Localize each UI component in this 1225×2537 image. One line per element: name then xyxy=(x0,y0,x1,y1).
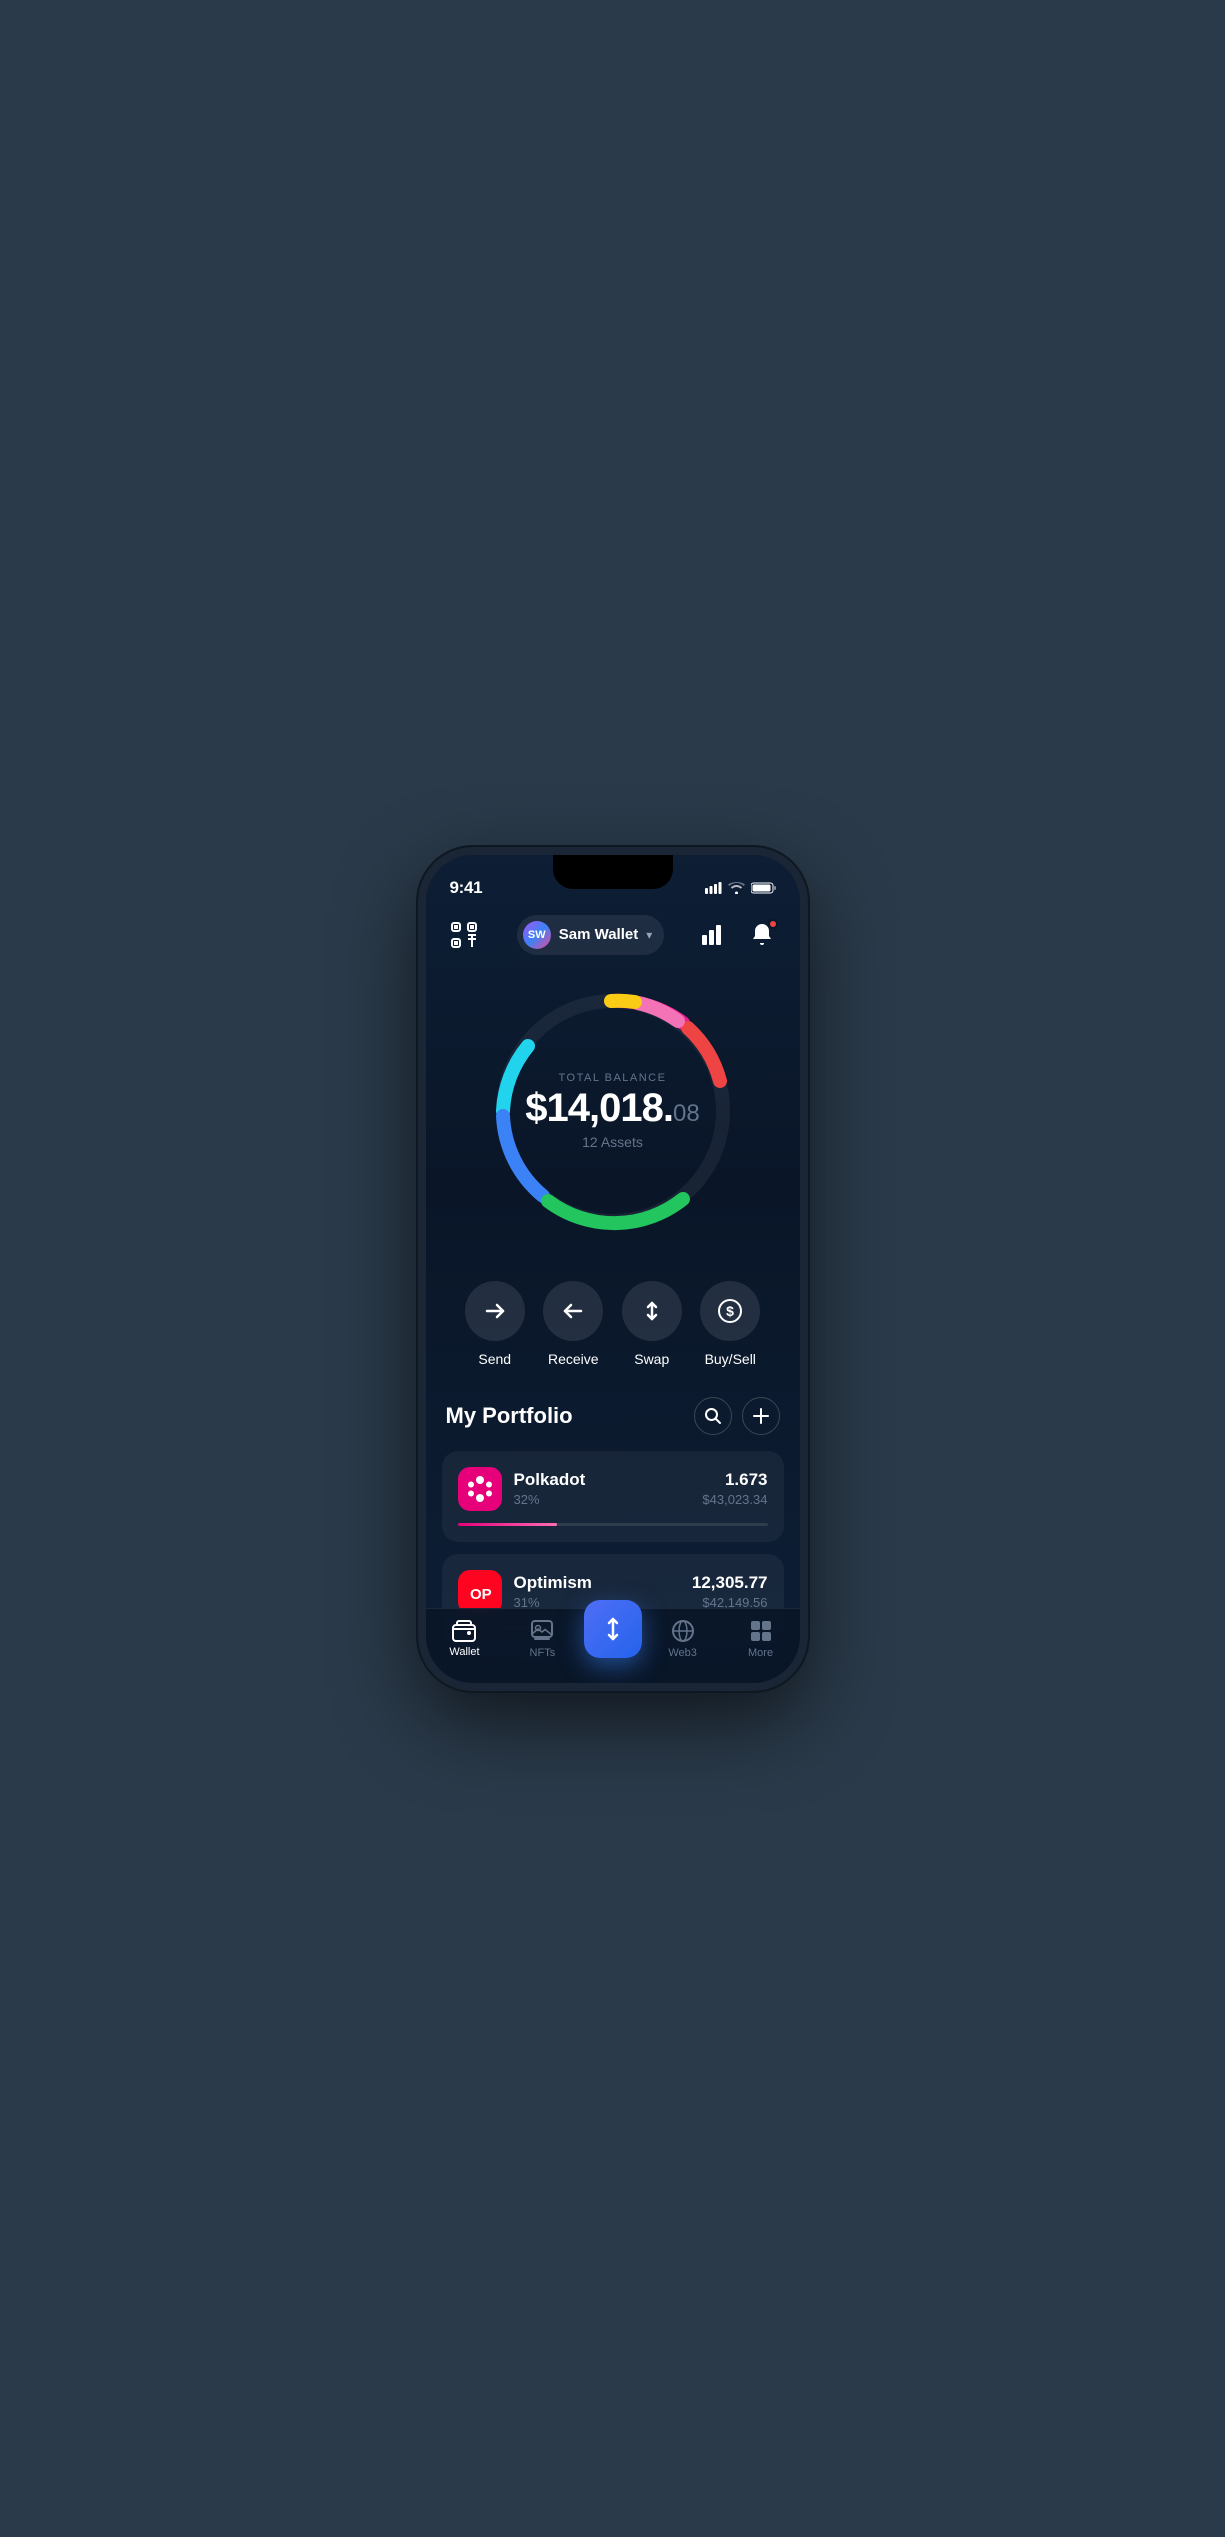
add-asset-button[interactable] xyxy=(742,1397,780,1435)
polkadot-values: 1.673 $43,023.34 xyxy=(702,1470,767,1507)
optimism-name: Optimism xyxy=(514,1573,680,1593)
polkadot-name: Polkadot xyxy=(514,1470,691,1490)
balance-ring-container: TOTAL BALANCE $14,018.08 12 Assets xyxy=(426,971,800,1261)
nav-more[interactable]: More xyxy=(722,1619,800,1659)
nft-nav-icon xyxy=(530,1619,554,1643)
notch xyxy=(553,855,673,889)
polkadot-asset-card[interactable]: Polkadot 32% 1.673 $43,023.34 xyxy=(442,1451,784,1542)
portfolio-actions xyxy=(694,1397,780,1435)
balance-center: TOTAL BALANCE $14,018.08 12 Assets xyxy=(525,1072,699,1150)
action-buttons: Send Receive xyxy=(426,1261,800,1397)
web3-nav-label: Web3 xyxy=(668,1647,697,1659)
buysell-label: Buy/Sell xyxy=(705,1351,756,1367)
portfolio-header: My Portfolio xyxy=(442,1397,784,1435)
portfolio-title: My Portfolio xyxy=(446,1403,573,1429)
receive-button[interactable]: Receive xyxy=(543,1281,603,1367)
svg-text:$: $ xyxy=(726,1303,734,1319)
status-icons xyxy=(705,882,776,894)
chart-button[interactable] xyxy=(696,917,732,953)
header-left xyxy=(446,917,486,953)
more-nav-icon xyxy=(749,1619,773,1643)
phone-frame: 9:41 xyxy=(418,847,808,1691)
polkadot-amount: 1.673 xyxy=(702,1470,767,1490)
send-label: Send xyxy=(478,1351,511,1367)
wallet-nav-icon xyxy=(452,1620,476,1642)
notification-dot xyxy=(768,919,778,929)
wifi-icon xyxy=(728,882,745,894)
receive-label: Receive xyxy=(548,1351,599,1367)
nav-nfts[interactable]: NFTs xyxy=(503,1619,581,1659)
app-header: SW Sam Wallet ▾ xyxy=(426,907,800,971)
balance-cents: 08 xyxy=(673,1100,700,1127)
polkadot-logo xyxy=(458,1467,502,1511)
wallet-nav-label: Wallet xyxy=(449,1646,479,1658)
swap-button[interactable]: Swap xyxy=(622,1281,682,1367)
wallet-selector[interactable]: SW Sam Wallet ▾ xyxy=(517,915,665,955)
polkadot-progress-container xyxy=(458,1523,768,1526)
bottom-nav: Wallet NFTs xyxy=(426,1608,800,1683)
center-action-button[interactable] xyxy=(584,1600,642,1658)
optimism-values: 12,305.77 $42,149.56 xyxy=(692,1573,768,1610)
receive-icon-circle xyxy=(543,1281,603,1341)
scan-button[interactable] xyxy=(446,917,482,953)
polkadot-asset-row: Polkadot 32% 1.673 $43,023.34 xyxy=(458,1467,768,1511)
polkadot-usd: $43,023.34 xyxy=(702,1492,767,1507)
web3-nav-icon xyxy=(671,1619,695,1643)
swap-label: Swap xyxy=(634,1351,669,1367)
svg-text:OP: OP xyxy=(470,1586,492,1603)
polkadot-info: Polkadot 32% xyxy=(514,1470,691,1507)
send-button[interactable]: Send xyxy=(465,1281,525,1367)
polkadot-progress-fill xyxy=(458,1523,557,1526)
buysell-button[interactable]: $ Buy/Sell xyxy=(700,1281,760,1367)
avatar: SW xyxy=(523,921,551,949)
balance-amount: $14,018.08 xyxy=(525,1088,699,1128)
status-time: 9:41 xyxy=(450,878,483,898)
swap-icon-circle xyxy=(622,1281,682,1341)
wallet-name: Sam Wallet xyxy=(559,926,638,943)
nav-wallet[interactable]: Wallet xyxy=(426,1620,504,1658)
polkadot-percent: 32% xyxy=(514,1492,691,1507)
search-portfolio-button[interactable] xyxy=(694,1397,732,1435)
send-icon-circle xyxy=(465,1281,525,1341)
total-balance-label: TOTAL BALANCE xyxy=(559,1072,667,1084)
header-right xyxy=(696,917,780,953)
battery-icon xyxy=(751,882,776,894)
balance-main: $14,018. xyxy=(525,1086,673,1130)
buysell-icon-circle: $ xyxy=(700,1281,760,1341)
nft-nav-label: NFTs xyxy=(530,1647,556,1659)
optimism-amount: 12,305.77 xyxy=(692,1573,768,1593)
swap-center-icon xyxy=(599,1615,627,1643)
nav-center[interactable] xyxy=(581,1620,643,1658)
assets-count: 12 Assets xyxy=(582,1134,643,1150)
nav-web3[interactable]: Web3 xyxy=(644,1619,722,1659)
chevron-down-icon: ▾ xyxy=(646,928,652,942)
phone-screen: 9:41 xyxy=(426,855,800,1683)
signal-icon xyxy=(705,882,722,894)
more-nav-label: More xyxy=(748,1647,773,1659)
notification-button[interactable] xyxy=(744,917,780,953)
